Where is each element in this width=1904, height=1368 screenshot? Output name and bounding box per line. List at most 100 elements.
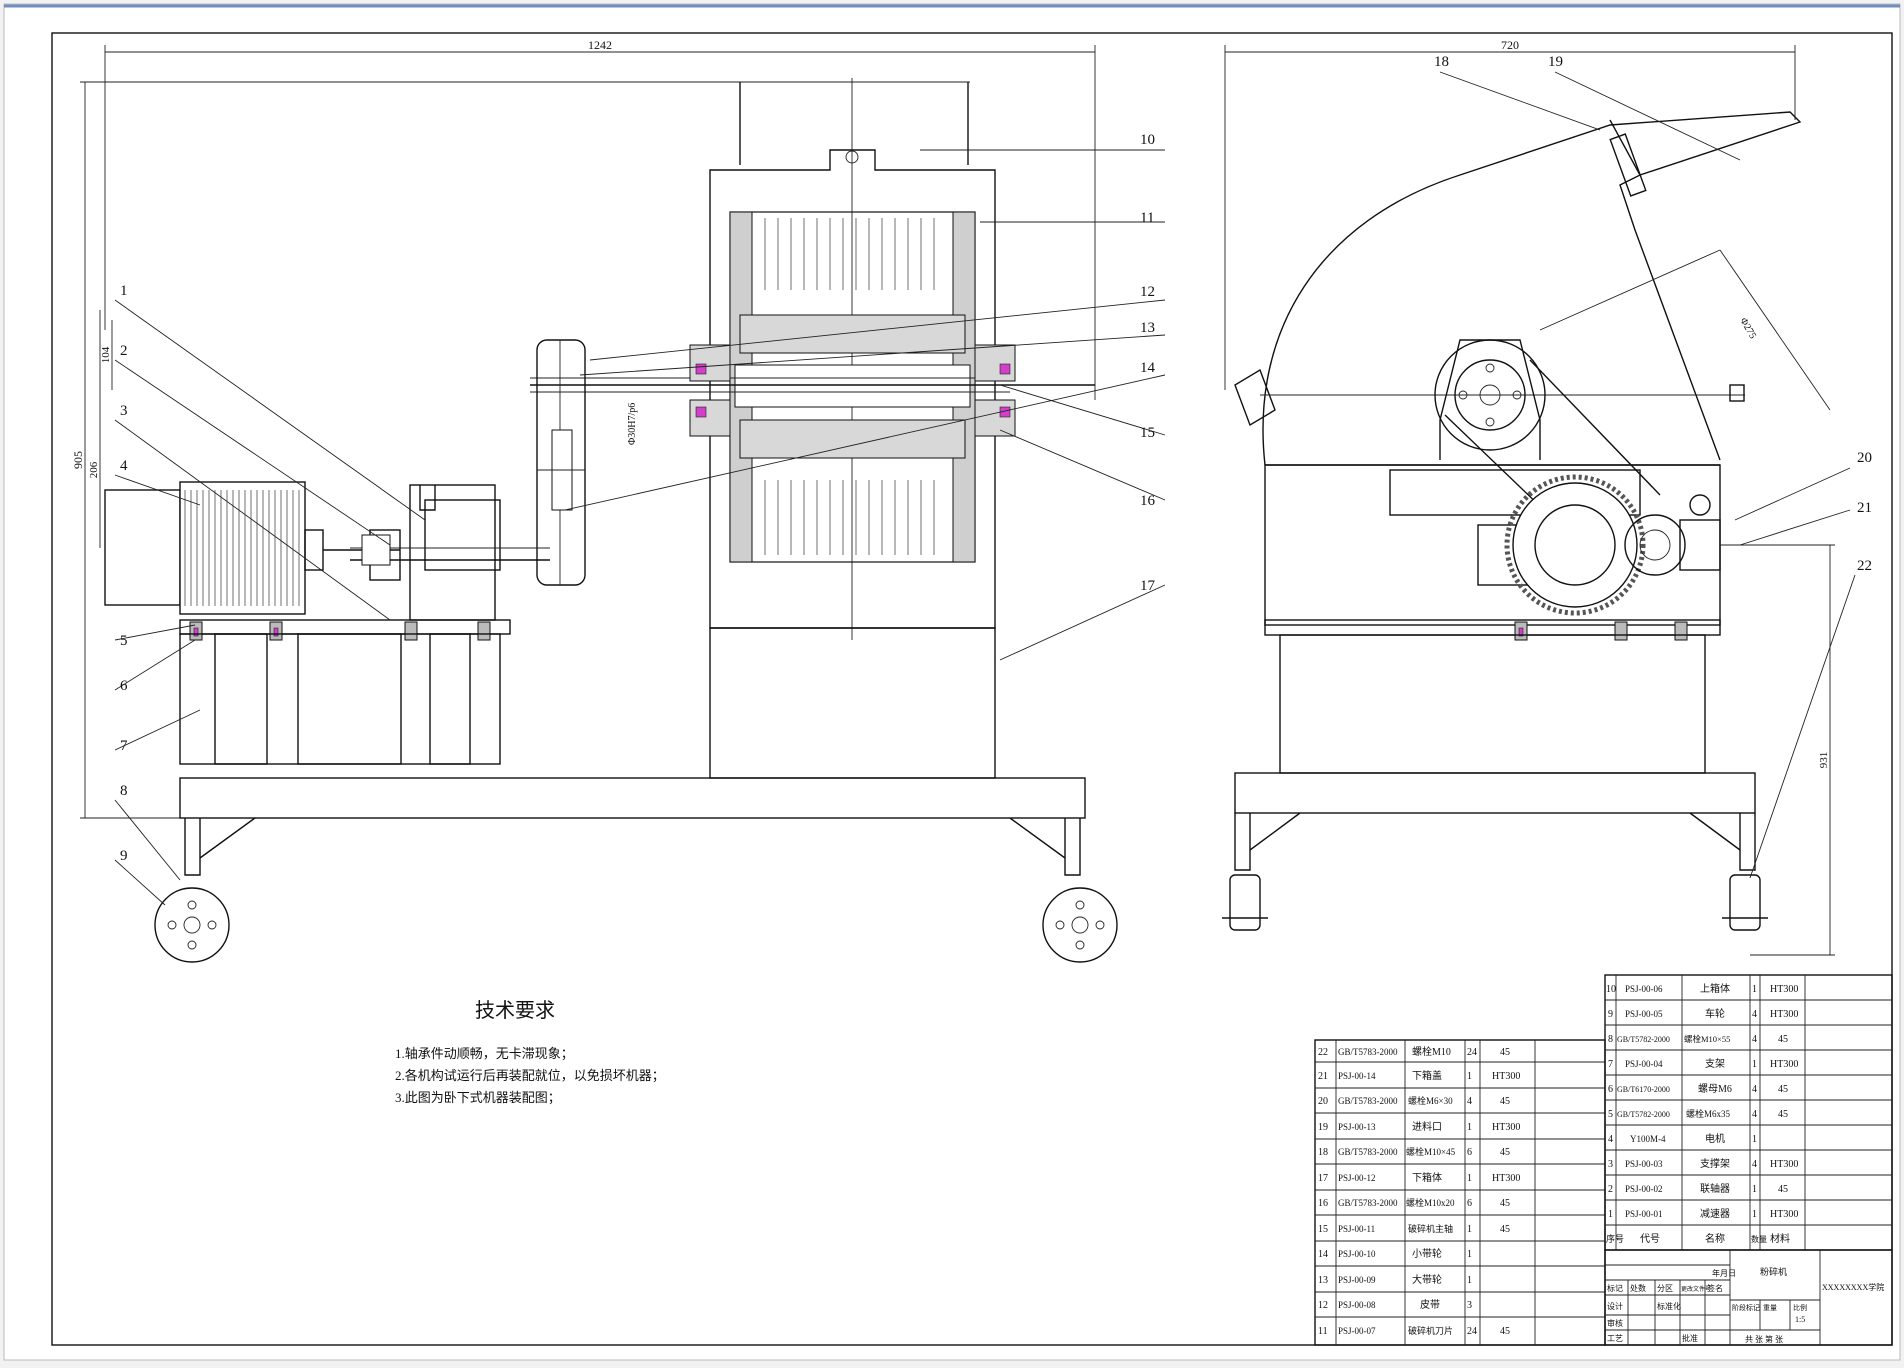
- title-row-label: 分区: [1657, 1284, 1673, 1293]
- bom-cell: 1: [1467, 1249, 1472, 1260]
- bom-cell: PSJ-00-09: [1338, 1275, 1376, 1285]
- balloon-18: 18: [1434, 54, 1449, 70]
- bom-cell: PSJ-00-03: [1625, 1159, 1663, 1169]
- bom-cell: GB/T5783-2000: [1338, 1096, 1398, 1106]
- bom-cell: PSJ-00-14: [1338, 1071, 1376, 1081]
- bom-cell: 45: [1778, 1109, 1788, 1120]
- bom-header-cell: 数量: [1751, 1234, 1767, 1244]
- dim-motor-height: 206: [88, 461, 100, 478]
- bom-cell: 6: [1467, 1198, 1472, 1209]
- bom-cell: 螺栓M10×45: [1406, 1146, 1456, 1157]
- bom-cell: 8: [1608, 1034, 1613, 1045]
- balloon-16: 16: [1140, 493, 1156, 509]
- bom-cell: 电机: [1705, 1132, 1725, 1145]
- dim-shaft-height: 104: [100, 346, 112, 363]
- balloon-9: 9: [120, 848, 128, 864]
- bom-cell: 下箱体: [1412, 1171, 1442, 1184]
- bom-cell: 45: [1778, 1034, 1788, 1045]
- balloon-15: 15: [1140, 425, 1155, 441]
- bom-cell: 螺栓M10x20: [1406, 1197, 1455, 1208]
- bom-cell: 45: [1500, 1096, 1510, 1107]
- balloon-19: 19: [1548, 54, 1563, 70]
- bom-cell: 20: [1318, 1096, 1328, 1107]
- bom-cell: PSJ-00-04: [1625, 1059, 1663, 1069]
- bom-cell: PSJ-00-11: [1338, 1224, 1375, 1234]
- bom-cell: 15: [1318, 1224, 1328, 1235]
- bom-cell: 螺栓M10×55: [1684, 1034, 1730, 1044]
- bom-cell: 22: [1318, 1047, 1328, 1058]
- bom-cell: 45: [1778, 1184, 1788, 1195]
- bom-cell: 14: [1318, 1249, 1328, 1260]
- title-row-label: 签名: [1707, 1283, 1723, 1293]
- bom-cell: 2: [1608, 1184, 1613, 1195]
- bom-cell: 1: [1752, 1209, 1757, 1220]
- bom-cell: 6: [1467, 1147, 1472, 1158]
- bom-cell: 7: [1608, 1059, 1613, 1070]
- bom-cell: 9: [1608, 1009, 1613, 1020]
- bom-cell: 支撑架: [1700, 1157, 1730, 1170]
- balloon-21: 21: [1857, 500, 1872, 516]
- bom-cell: GB/T5782-2000: [1617, 1110, 1670, 1119]
- bom-cell: 45: [1778, 1084, 1788, 1095]
- title-stage-label: 重量: [1763, 1304, 1777, 1312]
- dim-total-height: 905: [71, 451, 85, 469]
- bom-cell: PSJ-00-12: [1338, 1173, 1376, 1183]
- balloon-1: 1: [120, 283, 128, 299]
- balloon-6: 6: [120, 678, 128, 694]
- bom-cell: 皮带: [1420, 1298, 1440, 1311]
- bom-cell: 小带轮: [1412, 1247, 1442, 1260]
- dim-right-width: 720: [1501, 38, 1519, 52]
- bom-cell: 螺栓M10: [1412, 1045, 1451, 1058]
- bom-cell: 18: [1318, 1147, 1328, 1158]
- bom-cell: Y100M-4: [1630, 1134, 1666, 1144]
- bom-cell: 5: [1608, 1109, 1613, 1120]
- bom-cell: GB/T5782-2000: [1617, 1035, 1670, 1044]
- bom-cell: PSJ-00-02: [1625, 1184, 1663, 1194]
- bom-cell: GB/T5783-2000: [1338, 1047, 1398, 1057]
- title-role-label: 标准化: [1657, 1301, 1681, 1311]
- bom-cell: 车轮: [1705, 1007, 1725, 1020]
- tech-item-3: 3.此图为卧下式机器装配图；: [395, 1090, 561, 1106]
- bom-cell: 12: [1318, 1300, 1328, 1311]
- bom-cell: 45: [1500, 1198, 1510, 1209]
- balloon-2: 2: [120, 343, 128, 359]
- bom-cell: 破碎机刀片: [1408, 1325, 1453, 1336]
- bom-cell: 上箱体: [1700, 982, 1730, 995]
- bom-cell: 6: [1608, 1084, 1613, 1095]
- balloon-20: 20: [1857, 450, 1872, 466]
- bom-header-cell: 材料: [1770, 1232, 1790, 1245]
- bom-header-cell: 代号: [1640, 1233, 1660, 1245]
- bom-cell: 大带轮: [1412, 1273, 1442, 1286]
- dim-right-height: 931: [1818, 752, 1830, 769]
- bom-cell: 1: [1752, 1059, 1757, 1070]
- bom-cell: 4: [1752, 1034, 1757, 1045]
- bom-cell: GB/T6170-2000: [1617, 1085, 1670, 1094]
- bom-header-cell: 序号: [1606, 1233, 1624, 1244]
- bom-cell: 1: [1467, 1275, 1472, 1286]
- bom-cell: 联轴器: [1700, 1182, 1730, 1195]
- bom-cell: 13: [1318, 1275, 1328, 1286]
- bom-header-cell: 名称: [1705, 1232, 1725, 1245]
- bom-cell: 10: [1606, 984, 1616, 995]
- bom-cell: PSJ-00-13: [1338, 1122, 1376, 1132]
- bom-cell: 4: [1752, 1109, 1757, 1120]
- bom-cell: 24: [1467, 1326, 1477, 1337]
- balloon-3: 3: [120, 403, 128, 419]
- bom-cell: PSJ-00-01: [1625, 1209, 1663, 1219]
- bom-cell: 1: [1752, 984, 1757, 995]
- bom-cell: 破碎机主轴: [1408, 1223, 1453, 1234]
- bom-cell: 3: [1608, 1159, 1613, 1170]
- bom-cell: 3: [1467, 1300, 1472, 1311]
- balloon-17: 17: [1140, 578, 1156, 594]
- balloon-4: 4: [120, 458, 128, 474]
- bom-cell: 1: [1608, 1209, 1613, 1220]
- bom-cell: PSJ-00-07: [1338, 1326, 1376, 1336]
- tech-item-1: 1.轴承件动顺畅，无卡滞现象；: [395, 1046, 574, 1062]
- bom-cell: HT300: [1492, 1173, 1520, 1184]
- title-role-label: 设计: [1607, 1301, 1623, 1311]
- balloon-14: 14: [1140, 360, 1156, 376]
- bom-cell: 45: [1500, 1326, 1510, 1337]
- bom-row-10: 10 PSJ-00-06 上箱体 1 HT300: [1606, 982, 1798, 995]
- assembly-drawing: 1242 905 206 104 Φ30H7/p6 1 2 3 4 5 6 7 …: [3, 3, 1901, 1361]
- dim-overall-width: 1242: [588, 38, 612, 52]
